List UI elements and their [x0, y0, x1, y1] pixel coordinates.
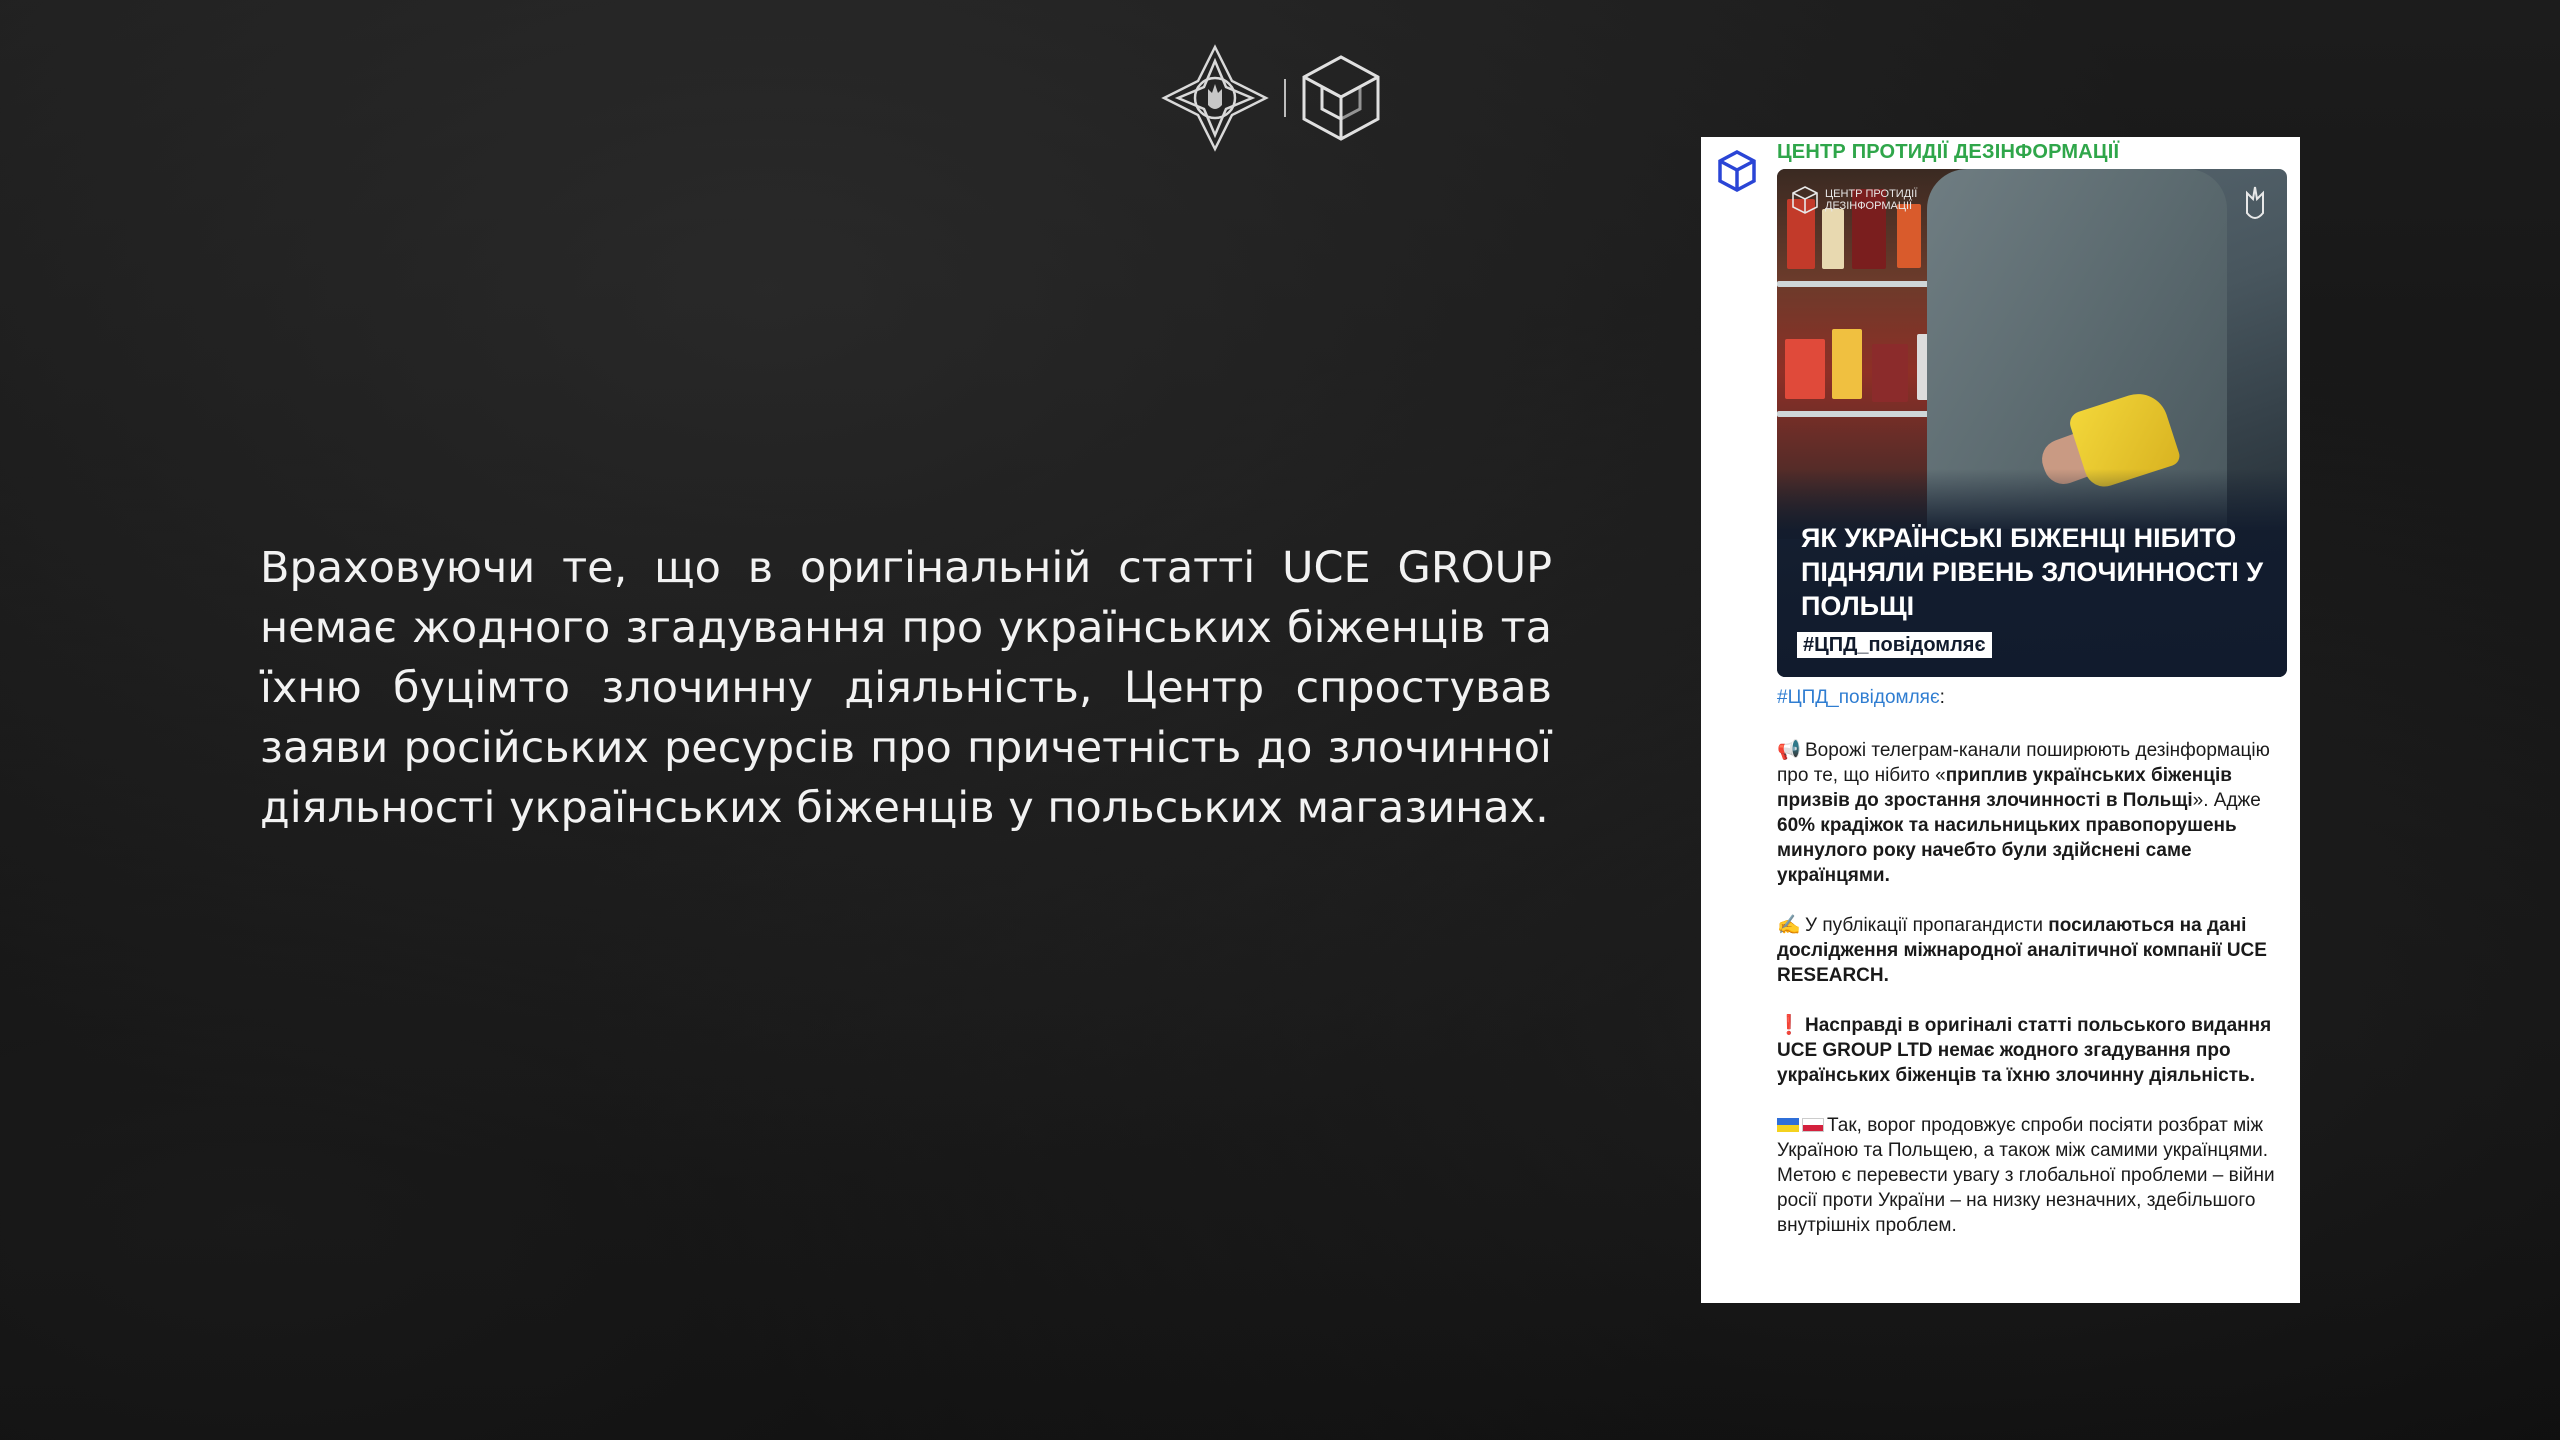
channel-name[interactable]: ЦЕНТР ПРОТИДІЇ ДЕЗІНФОРМАЦІЇ: [1777, 141, 2119, 164]
post-hashtag-line: #ЦПД_повідомляє:: [1777, 685, 2282, 710]
post-paragraph-1: 📢 Ворожі телеграм-канали поширюють дезінф…: [1777, 740, 2270, 886]
image-headline: ЯК УКРАЇНСЬКІ БІЖЕНЦІ НІБИТО ПІДНЯЛИ РІВ…: [1801, 523, 2264, 621]
post-hashtag-link[interactable]: #ЦПД_повідомляє: [1777, 687, 1940, 708]
cpd-cube-logo-icon: [1302, 54, 1380, 141]
header-logos: [1160, 40, 1400, 155]
megaphone-icon: 📢: [1777, 740, 1801, 761]
post-image[interactable]: ЦЕНТР ПРОТИДІЇ ДЕЗІНФОРМАЦІЇ ЯК УКРАЇНСЬ…: [1777, 169, 2287, 677]
logo-divider: [1284, 78, 1286, 117]
writing-hand-icon: ✍️: [1777, 915, 1801, 936]
poland-flag-icon: [1802, 1118, 1824, 1132]
slide-main-text: Враховуючи те, що в оригінальній статті …: [260, 543, 1552, 833]
image-logo-text: ЦЕНТР ПРОТИДІЇ ДЕЗІНФОРМАЦІЇ: [1825, 188, 1918, 212]
nsdc-emblem-icon: [1161, 43, 1269, 152]
post-paragraph-3: ❗ Насправді в оригіналі статті польського…: [1777, 1015, 2272, 1086]
exclamation-icon: ❗: [1777, 1015, 1801, 1036]
telegram-post-card: ЦЕНТР ПРОТИДІЇ ДЕЗІНФОРМАЦІЇ ЦЕНТР ПРОТИ…: [1701, 137, 2300, 1303]
image-logo: ЦЕНТР ПРОТИДІЇ ДЕЗІНФОРМАЦІЇ: [1791, 185, 1935, 215]
post-body: #ЦПД_повідомляє: 📢 Ворожі телеграм-канали…: [1777, 685, 2282, 1263]
image-hashtag-badge: #ЦПД_повідомляє: [1797, 632, 1992, 658]
channel-avatar-icon[interactable]: [1711, 145, 1763, 197]
trident-icon: [2246, 186, 2264, 219]
post-paragraph-4: Так, ворог продовжує спроби посіяти розб…: [1777, 1115, 2275, 1236]
ukraine-flag-icon: [1777, 1118, 1799, 1132]
post-paragraph-2: ✍️ У публікації пропагандисти посилаються…: [1777, 915, 2267, 986]
cpd-cube-small-icon: [1792, 186, 1818, 214]
post-hashtag-suffix: :: [1939, 687, 1945, 708]
